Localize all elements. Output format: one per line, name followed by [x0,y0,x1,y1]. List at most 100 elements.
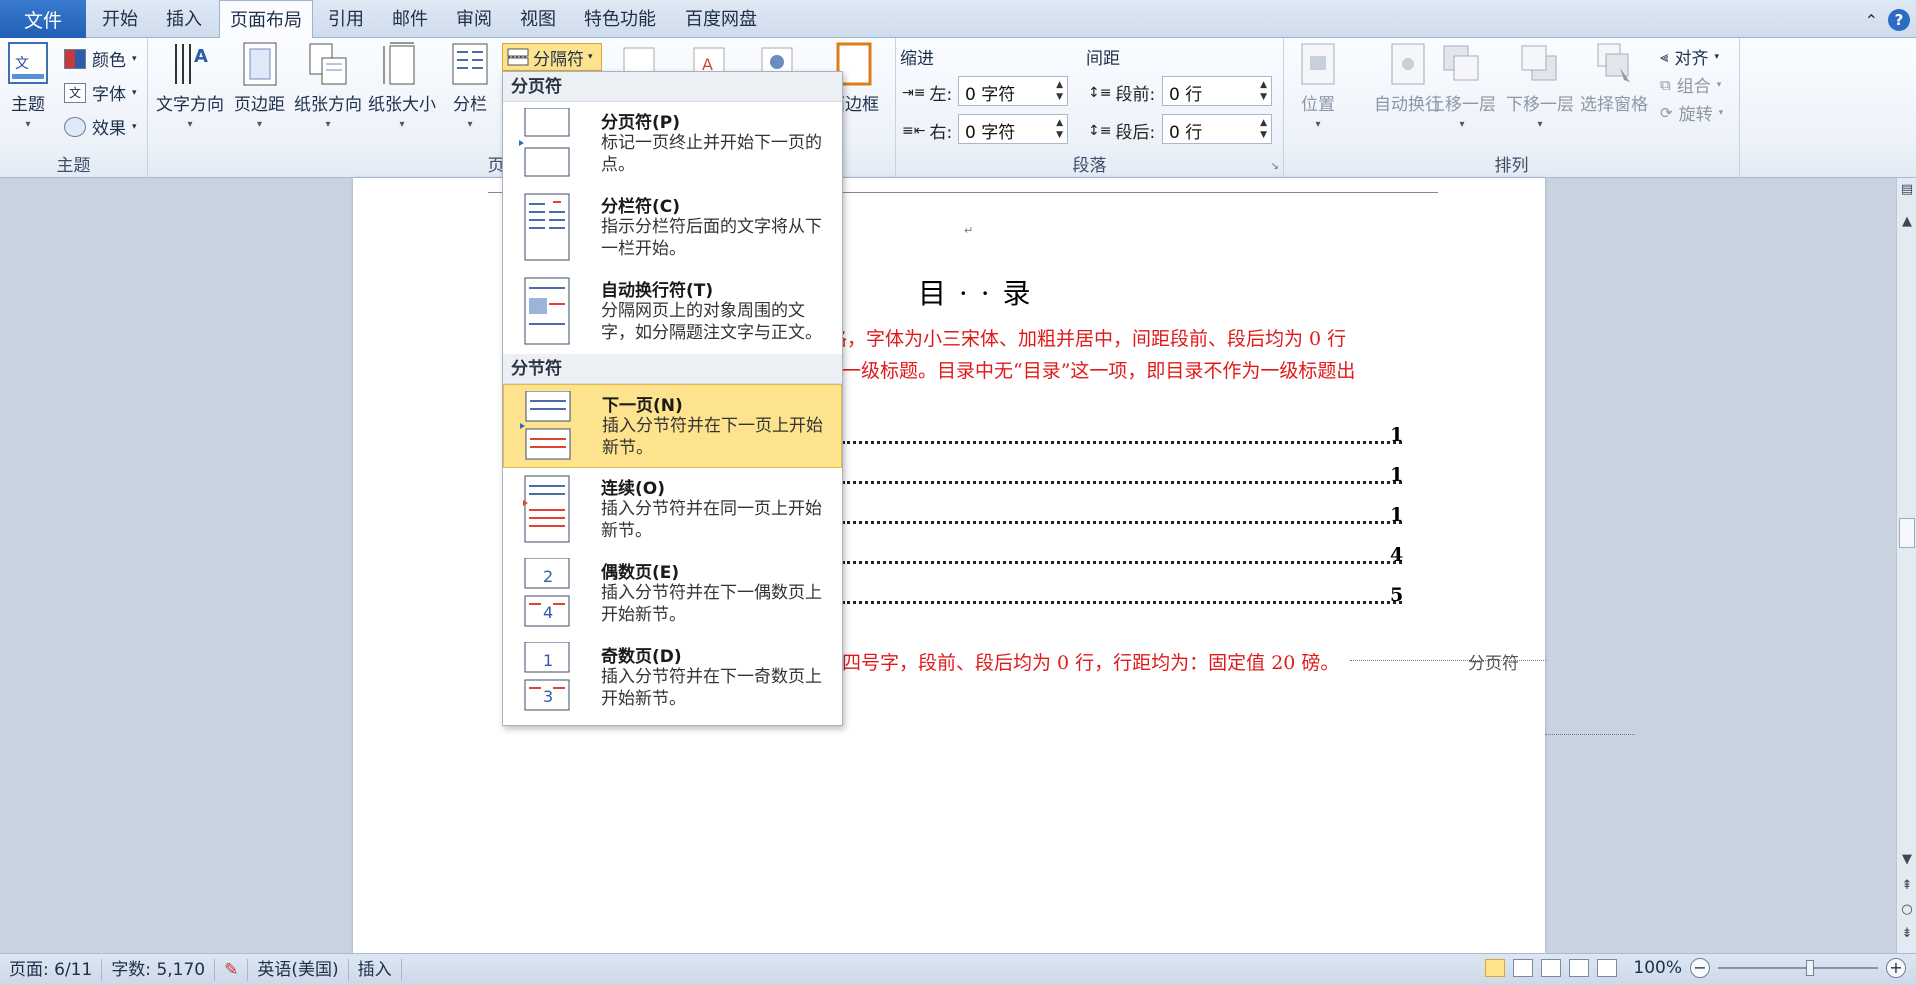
effects-icon [64,116,86,137]
paper-size-icon [383,42,415,85]
menu-item-next-page[interactable]: 下一页(N) 插入分节符并在下一页上开始新节。 [503,384,842,468]
web-layout-view-icon[interactable] [1541,959,1562,977]
orientation-button[interactable]: 纸张方向 ▾ [294,42,362,130]
tab-insert[interactable]: 插入 [156,0,212,38]
group-objects-button[interactable]: ⧉ 组合 ▾ [1660,72,1721,98]
scroll-down-icon[interactable]: ▼ [1897,852,1916,867]
paper-size-button[interactable]: 纸张大小 ▾ [368,42,436,130]
status-bar: 页面: 6/11 字数: 5,170 ✎ 英语(美国) 插入 100% − + [0,953,1916,985]
zoom-slider[interactable] [1718,960,1878,976]
browse-object-icon[interactable]: ○ [1897,902,1916,917]
columns-button[interactable]: 分栏 ▾ [450,42,490,130]
theme-button[interactable]: 文 主题 ▾ [8,42,48,130]
dropdown-arrow-icon: ▾ [132,121,137,132]
zoom-in-icon[interactable]: + [1886,958,1906,978]
tab-page-layout[interactable]: 页面布局 [219,0,313,39]
tab-special-features[interactable]: 特色功能 [574,0,666,38]
margins-icon [243,42,276,86]
align-button[interactable]: ⫷ 对齐 ▾ [1660,44,1719,70]
ribbon-tab-bar: 文件 开始 插入 页面布局 引用 邮件 审阅 视图 特色功能 百度网盘 ⌃ ? [0,0,1916,39]
dropdown-arrow-icon: ▾ [1315,119,1321,130]
toc-leader-2 [842,464,1402,484]
orientation-icon [309,43,347,85]
theme-button-label: 主题 [11,95,45,115]
menu-item-title: 下一页(N) [602,396,683,416]
spacing-before-value: 0 行 [1169,85,1203,105]
menu-item-continuous[interactable]: 连续(O) 插入分节符并在同一页上开始新节。 [503,468,842,552]
colors-button[interactable]: 颜色 ▾ [64,46,137,71]
toc-leader-1 [842,424,1402,444]
print-layout-view-icon[interactable] [1485,959,1506,977]
zoom-out-icon[interactable]: − [1690,958,1710,978]
dropdown-arrow-icon: ▾ [399,119,405,130]
spin-arrows-icon[interactable]: ▲ ▼ [1056,117,1063,141]
full-screen-reading-view-icon[interactable] [1513,959,1534,977]
dropdown-arrow-icon: ▾ [1718,107,1724,118]
columns-label: 分栏 [453,95,487,115]
spin-arrows-icon[interactable]: ▲ ▼ [1056,79,1063,103]
previous-page-icon[interactable]: ⇞ [1897,878,1916,893]
instruction-text-2: 一级标题。目录中无“目录”这一项，即目录不作为一级标题出 [842,360,1356,382]
spacing-before-input[interactable]: 0 行 ▲ ▼ [1162,76,1272,106]
send-backward-button[interactable]: 下移一层 ▾ [1506,42,1574,130]
tab-mailings[interactable]: 邮件 [382,0,438,38]
draft-view-icon[interactable] [1597,959,1618,977]
spacing-after-input[interactable]: 0 行 ▲ ▼ [1162,114,1272,144]
spin-arrows-icon[interactable]: ▲ ▼ [1260,79,1267,103]
status-page[interactable]: 页面: 6/11 [0,958,103,981]
send-backward-label: 下移一层 [1506,95,1574,115]
instruction-text-3: 四号字，段前、段后均为 0 行，行距均为：固定值 20 磅。 [842,652,1340,674]
fonts-button[interactable]: 文 字体 ▾ [64,80,137,105]
scroll-thumb[interactable] [1899,518,1915,548]
status-insert-mode[interactable]: 插入 [349,958,402,981]
continuous-section-icon [523,475,570,543]
rotate-button[interactable]: ⟳ 旋转 ▾ [1660,100,1724,126]
paper-size-label: 纸张大小 [368,95,436,115]
tab-file[interactable]: 文件 [0,0,86,38]
selection-pane-button[interactable]: 选择窗格 [1580,42,1648,115]
ruler-toggle-icon[interactable]: ▤ [1897,182,1916,197]
tab-baidu-netdisk[interactable]: 百度网盘 [675,0,767,38]
odd-page-section-icon: 1 3 [524,642,570,711]
menu-item-desc: 插入分节符并在下一页上开始新节。 [602,416,823,458]
zoom-slider-thumb[interactable] [1806,960,1814,976]
zoom-level[interactable]: 100% [1633,958,1682,978]
menu-item-desc: 标记一页终止并开始下一页的点。 [601,133,822,175]
tab-review[interactable]: 审阅 [446,0,502,38]
menu-item-even-page[interactable]: 2 4 偶数页(E) 插入分节符并在下一偶数页上开始新节。 [503,552,842,636]
dropdown-arrow-icon: ▾ [187,119,193,130]
spin-arrows-icon[interactable]: ▲ ▼ [1260,117,1267,141]
paragraph-mark: ↵ [964,224,974,237]
status-word-count[interactable]: 字数: 5,170 [102,958,216,981]
menu-item-column-break[interactable]: 分栏符(C) 指示分栏符后面的文字将从下一栏开始。 [503,186,842,270]
indent-left-input[interactable]: 0 字符 ▲ ▼ [958,76,1068,106]
ribbon: 文 主题 ▾ 颜色 ▾ 文 字体 ▾ 效果 ▾ 主题 A 文字方向 ▾ 页边距 … [0,38,1916,178]
toc-page-number-3: 1 [1390,504,1404,526]
dropdown-arrow-icon: ▾ [1537,119,1543,130]
breaks-button[interactable]: 分隔符 ▾ [502,43,602,71]
proofing-icon[interactable]: ✎ [215,958,249,981]
position-label: 位置 [1301,95,1335,115]
tab-home[interactable]: 开始 [92,0,148,38]
margins-button[interactable]: 页边距 ▾ [234,42,285,130]
indent-right-input[interactable]: 0 字符 ▲ ▼ [958,114,1068,144]
help-icon[interactable]: ? [1888,9,1910,31]
bring-forward-button[interactable]: 上移一层 ▾ [1428,42,1496,130]
tab-view[interactable]: 视图 [510,0,566,38]
minimize-ribbon-icon[interactable]: ⌃ [1865,11,1878,30]
outline-view-icon[interactable] [1569,959,1590,977]
indent-right-icon: ≡⇤ [902,122,926,139]
tab-references[interactable]: 引用 [318,0,374,38]
vertical-scrollbar[interactable]: ▤ ▲ ▼ ⇞ ○ ⇟ [1896,178,1916,953]
scroll-up-icon[interactable]: ▲ [1897,214,1916,229]
position-button[interactable]: 位置 ▾ [1298,42,1338,130]
menu-item-page-break[interactable]: 分页符(P) 标记一页终止并开始下一页的点。 [503,102,842,186]
next-page-icon[interactable]: ⇟ [1897,926,1916,941]
text-direction-button[interactable]: A 文字方向 ▾ [156,42,224,130]
effects-button[interactable]: 效果 ▾ [64,114,137,139]
menu-item-odd-page[interactable]: 1 3 奇数页(D) 插入分节符并在下一奇数页上开始新节。 [503,636,842,720]
menu-item-desc: 插入分节符并在下一偶数页上开始新节。 [601,583,822,625]
wrap-text-icon [1391,43,1425,85]
status-language[interactable]: 英语(美国) [248,958,349,981]
menu-item-text-wrapping-break[interactable]: 自动换行符(T) 分隔网页上的对象周围的文字，如分隔题注文字与正文。 [503,270,842,354]
